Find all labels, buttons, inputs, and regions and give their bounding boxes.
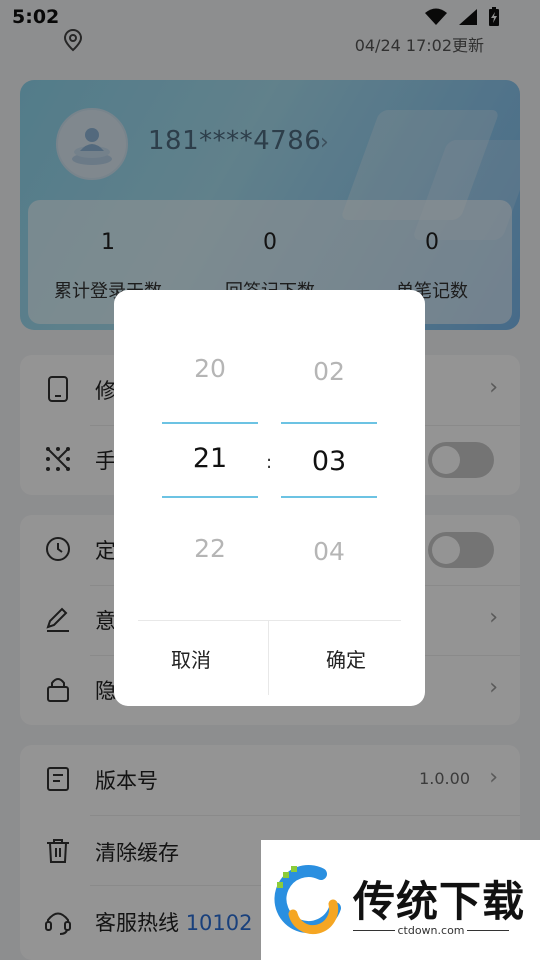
hour-wheel[interactable]: 20 21 22 [162,290,258,620]
hour-selection-line-bottom [162,496,258,498]
hour-next[interactable]: 22 [162,534,258,563]
cancel-button[interactable]: 取消 [114,621,268,695]
hour-selected[interactable]: 21 [162,443,258,474]
minute-selected[interactable]: 03 [281,446,377,477]
hour-selection-line-top [162,422,258,424]
minute-selection-line-bottom [281,496,377,498]
watermark-rule [467,930,509,931]
minute-selection-line-top [281,422,377,424]
watermark-logo [274,865,341,935]
confirm-button[interactable]: 确定 [269,621,423,695]
time-separator: : [266,452,273,473]
watermark: 传统下载 ctdown.com [261,840,540,960]
hour-prev[interactable]: 20 [162,354,258,383]
app-screen: 5:02 04/24 17:02更新 181****4786 › 1 累计登录天… [0,0,540,960]
time-picker-dialog: 20 21 22 : 02 03 04 取消 确定 [114,290,425,706]
minute-next[interactable]: 04 [281,537,377,566]
minute-wheel[interactable]: 02 03 04 [281,290,377,620]
watermark-title: 传统下载 [353,877,526,926]
minute-prev[interactable]: 02 [281,357,377,386]
